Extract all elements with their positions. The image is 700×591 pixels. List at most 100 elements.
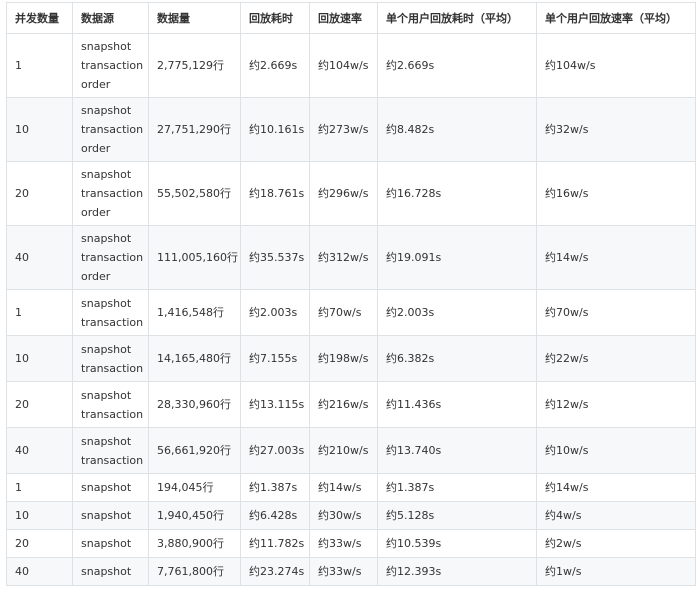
cell-source: snapshot transaction [72,289,149,336]
cell-volume: 7,761,800行 [148,557,241,586]
cell-replay-time: 约2.003s [240,289,310,336]
cell-volume: 28,330,960行 [148,381,241,428]
cell-user-replay-time: 约6.382s [377,335,537,382]
cell-source: snapshot transaction [72,381,149,428]
source-line: order [81,270,111,283]
cell-replay-rate: 约104w/s [309,33,378,98]
cell-source: snapshot [72,501,149,530]
cell-user-replay-rate: 约70w/s [536,289,696,336]
source-line: transaction [81,123,144,136]
header-source: 数据源 [72,2,149,34]
table-row: 1 snapshot transaction order 2,775,129行 约2.66… [6,33,696,98]
cell-volume: 194,045行 [148,473,241,502]
cell-replay-time: 约11.782s [240,529,310,558]
benchmark-table: 并发数量 数据源 数据量 回放耗时 回放速率 单个用户回放耗时（平均） 单个用户… [6,2,696,586]
source-line: snapshot [81,232,132,245]
cell-source: snapshot transaction order [72,225,149,290]
source-line: transaction [81,187,144,200]
source-line: order [81,206,111,219]
cell-replay-time: 约6.428s [240,501,310,530]
cell-source: snapshot transaction order [72,97,149,162]
cell-user-replay-time: 约2.003s [377,289,537,336]
cell-replay-rate: 约312w/s [309,225,378,290]
cell-replay-time: 约2.669s [240,33,310,98]
table-row: 20 snapshot transaction order 55,502,580行 约18… [6,161,696,226]
cell-concurrency: 10 [6,335,73,382]
cell-user-replay-time: 约1.387s [377,473,537,502]
table-row: 1 snapshot transaction 1,416,548行 约2.003s 约70… [6,289,696,336]
header-volume: 数据量 [148,2,241,34]
table-row: 10 snapshot transaction order 27,751,290行 约10… [6,97,696,162]
source-line: snapshot [81,434,132,448]
cell-user-replay-rate: 约104w/s [536,33,696,98]
cell-user-replay-rate: 约4w/s [536,501,696,530]
table-row: 20 snapshot 3,880,900行 约11.782s 约33w/s 约10.53… [6,529,696,558]
cell-volume: 3,880,900行 [148,529,241,558]
source-line: snapshot [81,509,132,522]
header-concurrency: 并发数量 [6,2,73,34]
source-line: order [81,142,111,155]
cell-replay-time: 约18.761s [240,161,310,226]
cell-source: snapshot [72,557,149,586]
cell-replay-rate: 约273w/s [309,97,378,162]
header-replay-rate: 回放速率 [309,2,378,34]
cell-source: snapshot [72,473,149,502]
cell-concurrency: 1 [6,289,73,336]
cell-concurrency: 40 [6,225,73,290]
table-row: 40 snapshot 7,761,800行 约23.274s 约33w/s 约12.39… [6,557,696,586]
cell-user-replay-time: 约12.393s [377,557,537,586]
cell-volume: 27,751,290行 [148,97,241,162]
cell-user-replay-time: 约10.539s [377,529,537,558]
cell-replay-time: 约7.155s [240,335,310,382]
cell-concurrency: 1 [6,33,73,98]
cell-source: snapshot [72,529,149,558]
cell-user-replay-rate: 约14w/s [536,473,696,502]
header-user-replay-rate: 单个用户回放速率（平均） [536,2,696,34]
cell-user-replay-rate: 约32w/s [536,97,696,162]
cell-user-replay-rate: 约12w/s [536,381,696,428]
cell-replay-rate: 约70w/s [309,289,378,336]
cell-source: snapshot transaction [72,427,149,474]
cell-concurrency: 10 [6,97,73,162]
source-line: snapshot [81,104,132,117]
table-row: 40 snapshot transaction 56,661,920行 约27.003s… [6,427,696,474]
cell-concurrency: 1 [6,473,73,502]
source-line: snapshot [81,168,132,181]
cell-user-replay-rate: 约14w/s [536,225,696,290]
source-line: snapshot [81,481,132,494]
cell-concurrency: 20 [6,529,73,558]
cell-concurrency: 40 [6,427,73,474]
cell-volume: 1,416,548行 [148,289,241,336]
cell-user-replay-rate: 约16w/s [536,161,696,226]
table-row: 10 snapshot 1,940,450行 约6.428s 约30w/s 约5.128s… [6,501,696,530]
cell-replay-rate: 约210w/s [309,427,378,474]
cell-user-replay-rate: 约10w/s [536,427,696,474]
source-line: snapshot [81,388,132,402]
table-body: 1 snapshot transaction order 2,775,129行 约2.66… [6,33,696,586]
cell-replay-time: 约13.115s [240,381,310,428]
source-line: snapshot [81,565,132,578]
cell-volume: 14,165,480行 [148,335,241,382]
cell-user-replay-rate: 约22w/s [536,335,696,382]
cell-user-replay-time: 约2.669s [377,33,537,98]
source-line: snapshot [81,537,132,550]
source-line: transaction [81,361,144,375]
source-line: transaction [81,315,144,329]
cell-source: snapshot transaction [72,335,149,382]
cell-replay-time: 约27.003s [240,427,310,474]
cell-source: snapshot transaction order [72,161,149,226]
table-row: 1 snapshot 194,045行 约1.387s 约14w/s 约1.387s 约14… [6,473,696,502]
cell-user-replay-time: 约16.728s [377,161,537,226]
cell-source: snapshot transaction order [72,33,149,98]
table-row: 10 snapshot transaction 14,165,480行 约7.155s 约… [6,335,696,382]
cell-user-replay-time: 约8.482s [377,97,537,162]
cell-concurrency: 40 [6,557,73,586]
header-replay-time: 回放耗时 [240,2,310,34]
cell-replay-rate: 约30w/s [309,501,378,530]
cell-user-replay-time: 约19.091s [377,225,537,290]
source-line: snapshot [81,342,132,356]
cell-replay-time: 约1.387s [240,473,310,502]
cell-volume: 55,502,580行 [148,161,241,226]
cell-concurrency: 20 [6,381,73,428]
cell-replay-time: 约23.274s [240,557,310,586]
